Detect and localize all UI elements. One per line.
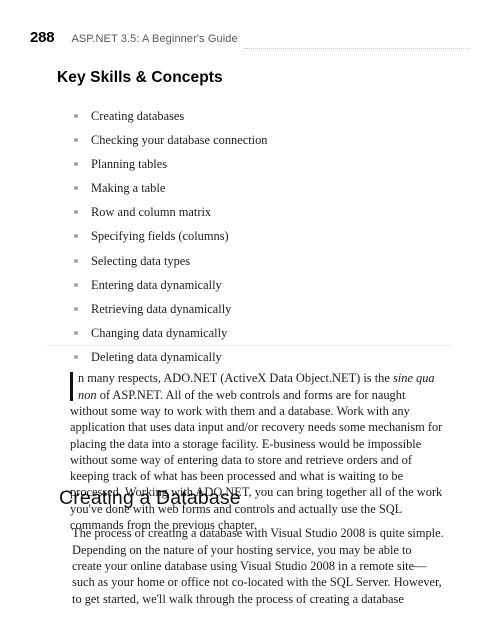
bullet-icon bbox=[74, 330, 78, 335]
list-item-label: Specifying fields (columns) bbox=[91, 229, 229, 244]
list-item: Creating databases bbox=[72, 104, 444, 128]
section-paragraph: The process of creating a database with … bbox=[72, 526, 444, 606]
list-item-label: Deleting data dynamically bbox=[91, 349, 222, 364]
list-item-label: Retrieving data dynamically bbox=[91, 301, 232, 316]
bullet-icon bbox=[74, 186, 78, 191]
bullet-icon bbox=[74, 114, 78, 118]
key-skills-list: Creating databases Checking your databas… bbox=[72, 104, 444, 369]
list-item: Selecting data types bbox=[72, 249, 444, 273]
book-page: 288 ASP.NET 3.5: A Beginner's Guide Key … bbox=[0, 0, 500, 636]
section-divider bbox=[47, 345, 453, 346]
list-item: Making a table bbox=[72, 176, 444, 200]
list-item: Entering data dynamically bbox=[72, 273, 444, 297]
bullet-icon bbox=[74, 282, 78, 287]
section-heading: Creating a Database bbox=[59, 487, 241, 509]
intro-text-part-1: n many respects, ADO.NET (ActiveX Data O… bbox=[78, 371, 393, 386]
list-item-label: Entering data dynamically bbox=[91, 277, 222, 292]
list-item: Changing data dynamically bbox=[72, 321, 444, 345]
drop-cap-bar bbox=[70, 372, 73, 402]
bullet-icon bbox=[74, 210, 78, 215]
bullet-icon bbox=[74, 162, 78, 167]
list-item-label: Planning tables bbox=[91, 157, 168, 172]
bullet-icon bbox=[74, 138, 78, 143]
list-item: Retrieving data dynamically bbox=[72, 297, 444, 321]
list-item: Checking your database connection bbox=[72, 128, 444, 152]
page-number: 288 bbox=[30, 29, 55, 46]
list-item-label: Row and column matrix bbox=[91, 205, 212, 220]
list-item-label: Making a table bbox=[91, 181, 166, 196]
intro-text-part-2: of ASP.NET. All of the web controls and … bbox=[70, 387, 443, 533]
list-item-label: Creating databases bbox=[91, 109, 185, 123]
bullet-icon bbox=[74, 258, 78, 263]
running-head-rule bbox=[243, 43, 470, 49]
list-item-label: Selecting data types bbox=[91, 253, 191, 268]
bullet-icon bbox=[74, 234, 78, 239]
list-item-label: Changing data dynamically bbox=[91, 325, 228, 340]
list-item: Deleting data dynamically bbox=[72, 345, 444, 369]
bullet-icon bbox=[74, 306, 78, 311]
running-head: 288 ASP.NET 3.5: A Beginner's Guide bbox=[30, 30, 470, 50]
list-item: Row and column matrix bbox=[72, 200, 444, 224]
list-item: Specifying fields (columns) bbox=[72, 224, 444, 248]
list-item: Planning tables bbox=[72, 152, 444, 176]
book-title: ASP.NET 3.5: A Beginner's Guide bbox=[71, 33, 238, 45]
key-skills-heading: Key Skills & Concepts bbox=[57, 69, 223, 86]
list-item-label: Checking your database connection bbox=[91, 133, 268, 148]
bullet-icon bbox=[74, 354, 78, 359]
